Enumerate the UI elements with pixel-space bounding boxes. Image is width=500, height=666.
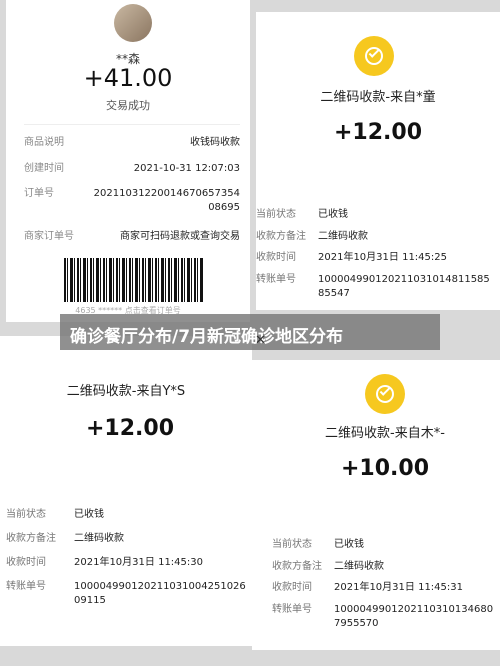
row-value: 2021年10月31日 11:45:31 <box>334 582 463 593</box>
divider <box>24 124 240 125</box>
row-label: 转账单号 <box>6 581 46 592</box>
row-label: 转账单号 <box>256 274 296 285</box>
payment-card: 二维码收款-来自Y*S +12.00 当前状态 已收钱 收款方备注 二维码收款 … <box>0 336 252 646</box>
row-label: 收款方备注 <box>6 533 56 544</box>
banner-text: 确诊餐厅分布/7月新冠确诊地区分布 <box>70 327 344 347</box>
row-value[interactable]: 100004990120211031014811585855​47 <box>318 273 496 301</box>
row-label: 收款时间 <box>272 582 312 593</box>
avatar <box>114 4 152 42</box>
row-value: 商家可扫码退款或查询交易 <box>120 231 240 242</box>
transaction-detail-card: **森 +41.00 交易成功 商品说明 收钱码收款 创建时间 2021-10-… <box>6 0 250 322</box>
caption-banner: 确诊餐厅分布/7月新冠确诊地区分布 <box>60 314 440 350</box>
row-label: 订单号 <box>24 188 54 199</box>
row-value: 已收钱 <box>74 509 104 520</box>
row-label: 当前状态 <box>272 539 312 550</box>
row-label: 当前状态 <box>6 509 46 520</box>
close-icon[interactable]: ✕ <box>255 333 266 348</box>
payment-amount: +12.00 <box>85 416 175 441</box>
amount: +41.00 <box>83 64 173 92</box>
row-label: 收款时间 <box>6 557 46 568</box>
payment-card: 二维码收款-来自*童 +12.00 当前状态 已收钱 收款方备注 二维码收款 收… <box>256 12 500 310</box>
row-label: 转账单号 <box>272 604 312 615</box>
payment-amount: +10.00 <box>340 456 430 481</box>
row-value: 二维码收款 <box>74 533 124 544</box>
payment-title: 二维码收款-来自Y*S <box>66 384 186 399</box>
payment-title: 二维码收款-来自木*- <box>325 426 445 441</box>
row-value: 二维码收款 <box>334 561 384 572</box>
row-label: 收款方备注 <box>256 231 306 242</box>
row-value: 收钱码收款 <box>190 137 240 148</box>
row-value: 已收钱 <box>334 539 364 550</box>
row-value[interactable]: 100004990120211031004251026​09115 <box>74 580 250 608</box>
row-label: 商品说明 <box>24 137 64 148</box>
payment-amount: +12.00 <box>333 120 423 145</box>
row-value: 二维码收款 <box>318 231 368 242</box>
row-value[interactable]: 20211031220014670657354086​95 <box>90 187 240 215</box>
row-label: 收款方备注 <box>272 561 322 572</box>
row-value: 已收钱 <box>318 209 348 220</box>
row-value: 2021-10-31 12:07:03 <box>133 163 240 174</box>
payment-card: 二维码收款-来自木*- +10.00 当前状态 已收钱 收款方备注 二维码收款 … <box>252 360 500 650</box>
payment-title: 二维码收款-来自*童 <box>320 90 436 105</box>
row-label: 商家订单号 <box>24 231 74 242</box>
coin-check-icon <box>354 36 394 76</box>
row-value[interactable]: 100004990120211031013468079​55570 <box>334 603 498 631</box>
row-value: 2021年10月31日 11:45:25 <box>318 252 447 263</box>
coin-check-icon <box>365 374 405 414</box>
row-label: 当前状态 <box>256 209 296 220</box>
row-label: 收款时间 <box>256 252 296 263</box>
row-value: 2021年10月31日 11:45:30 <box>74 557 203 568</box>
order-barcode[interactable] <box>64 258 204 302</box>
row-label: 创建时间 <box>24 163 64 174</box>
status-text: 交易成功 <box>106 99 150 112</box>
